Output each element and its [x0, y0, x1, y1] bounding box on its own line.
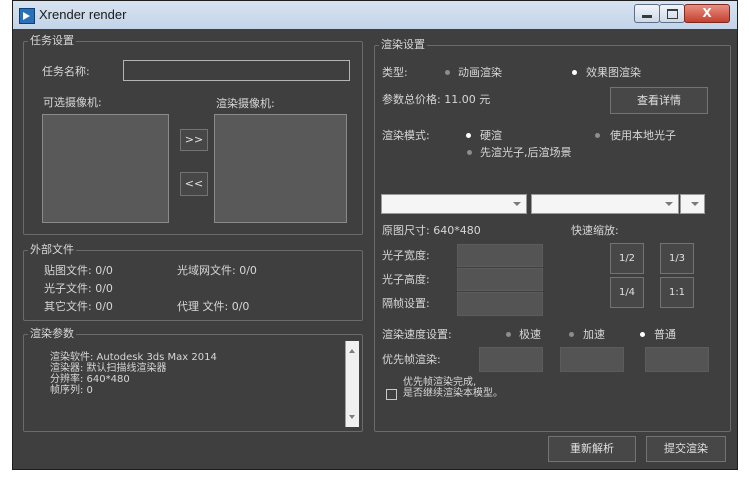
mode-local-photon-radio[interactable]: [595, 133, 600, 138]
speed-fast-radio[interactable]: [506, 332, 511, 337]
photon-width-field[interactable]: [457, 244, 543, 267]
type-animation-label[interactable]: 动画渲染: [458, 66, 502, 80]
frame-gap-label: 隔帧设置:: [382, 297, 430, 310]
total-price-label: 参数总价格: 11.00 元: [382, 93, 491, 106]
priority-frame-label: 优先帧渲染:: [382, 353, 441, 366]
proxy-files-label: 代理 文件: 0/0: [177, 300, 250, 313]
params-scrollbar[interactable]: [345, 341, 359, 427]
mode-hard-label[interactable]: 硬渲: [480, 129, 502, 143]
render-type-label: 类型:: [382, 66, 408, 79]
original-size-label: 原图尺寸: 640*480: [382, 224, 481, 237]
render-cameras-label: 渲染摄像机:: [216, 97, 275, 110]
continue-render-line1[interactable]: 优先帧渲染完成,: [403, 377, 476, 388]
photon-files-label: 光子文件: 0/0: [44, 282, 113, 295]
task-settings-group: 任务设置 任务名称: 可选摄像机: 渲染摄像机: >> <<: [23, 34, 363, 235]
mode-local-photon-label[interactable]: 使用本地光子: [610, 129, 676, 143]
render-mode-label: 渲染模式:: [382, 129, 430, 142]
view-details-button[interactable]: 查看详情: [610, 87, 708, 114]
type-still-label[interactable]: 效果图渲染: [586, 66, 641, 80]
type-still-radio[interactable]: [572, 70, 577, 75]
render-params-title: 渲染参数: [28, 327, 76, 341]
mode-hard-radio[interactable]: [466, 133, 471, 138]
param-renderer: 渲染器: 默认扫描线渲染器: [50, 363, 167, 374]
priority-frame-field-3[interactable]: [645, 347, 709, 372]
scroll-down-arrow-icon[interactable]: [349, 415, 355, 419]
window-title: Xrender render: [39, 7, 127, 22]
continue-render-checkbox[interactable]: [386, 389, 397, 400]
photon-height-label: 光子高度:: [382, 273, 430, 286]
dropdown-2[interactable]: [531, 194, 679, 214]
available-cameras-label: 可选摄像机:: [43, 96, 102, 109]
submit-render-button[interactable]: 提交渲染: [646, 436, 726, 462]
available-cameras-list[interactable]: [42, 114, 169, 223]
mode-photon-first-label[interactable]: 先渲光子,后渲场景: [480, 146, 572, 160]
dropdown-1[interactable]: [381, 194, 527, 214]
render-params-group: 渲染参数 渲染软件: Autodesk 3ds Max 2014 渲染器: 默认…: [23, 327, 363, 432]
speed-normal-label[interactable]: 普通: [654, 328, 676, 342]
render-params-text: 渲染软件: Autodesk 3ds Max 2014 渲染器: 默认扫描线渲染…: [26, 341, 344, 427]
speed-accel-label[interactable]: 加速: [583, 328, 605, 342]
task-name-label: 任务名称:: [42, 65, 90, 78]
speed-fast-label[interactable]: 极速: [519, 328, 541, 342]
app-icon: [19, 8, 35, 24]
param-resolution: 分辨率: 640*480: [50, 374, 130, 385]
render-cameras-list[interactable]: [214, 114, 347, 223]
scale-third-button[interactable]: 1/3: [660, 243, 694, 274]
add-camera-button[interactable]: >>: [180, 129, 208, 151]
chevron-down-icon: [513, 202, 521, 206]
task-name-input[interactable]: [123, 60, 350, 81]
render-settings-title: 渲染设置: [379, 38, 427, 52]
speed-accel-radio[interactable]: [569, 332, 574, 337]
ies-files-label: 光域网文件: 0/0: [177, 264, 257, 277]
close-button[interactable]: X: [684, 4, 730, 23]
scale-half-button[interactable]: 1/2: [610, 243, 644, 274]
minimize-button[interactable]: [634, 4, 660, 23]
dropdown-3[interactable]: [680, 194, 705, 214]
external-files-group: 外部文件 贴图文件: 0/0 光域网文件: 0/0 光子文件: 0/0 其它文件…: [23, 243, 363, 321]
maximize-button[interactable]: [659, 4, 685, 23]
title-bar: Xrender render X: [13, 1, 737, 29]
scale-quarter-button[interactable]: 1/4: [610, 277, 644, 308]
photon-height-field[interactable]: [457, 268, 543, 291]
type-animation-radio[interactable]: [445, 70, 450, 75]
remove-camera-button[interactable]: <<: [180, 172, 208, 196]
scale-full-button[interactable]: 1:1: [660, 277, 694, 308]
chevron-down-icon: [691, 202, 699, 206]
task-settings-title: 任务设置: [28, 34, 76, 48]
frame-gap-field[interactable]: [457, 292, 543, 316]
other-files-label: 其它文件: 0/0: [44, 300, 113, 313]
priority-frame-field-2[interactable]: [560, 347, 624, 372]
render-settings-group: 渲染设置 类型: 动画渲染 效果图渲染 参数总价格: 11.00 元 查看详情 …: [374, 38, 731, 432]
speed-normal-radio[interactable]: [640, 332, 645, 337]
param-software: 渲染软件: Autodesk 3ds Max 2014: [50, 352, 217, 363]
reparse-button[interactable]: 重新解析: [548, 436, 636, 462]
xrender-window: Xrender render X 任务设置 任务名称: 可选摄像机: 渲染摄像机…: [12, 0, 738, 470]
external-files-title: 外部文件: [28, 243, 76, 257]
mode-photon-first-radio[interactable]: [467, 150, 472, 155]
chevron-down-icon: [665, 202, 673, 206]
param-frames: 帧序列: 0: [50, 385, 93, 396]
continue-render-line2[interactable]: 是否继续渲染本模型。: [403, 388, 503, 399]
quick-scale-label: 快速缩放:: [571, 224, 619, 237]
scroll-up-arrow-icon[interactable]: [349, 349, 355, 353]
priority-frame-field-1[interactable]: [479, 347, 543, 372]
map-files-label: 贴图文件: 0/0: [44, 264, 113, 277]
photon-width-label: 光子宽度:: [382, 249, 430, 262]
render-speed-label: 渲染速度设置:: [382, 328, 452, 341]
